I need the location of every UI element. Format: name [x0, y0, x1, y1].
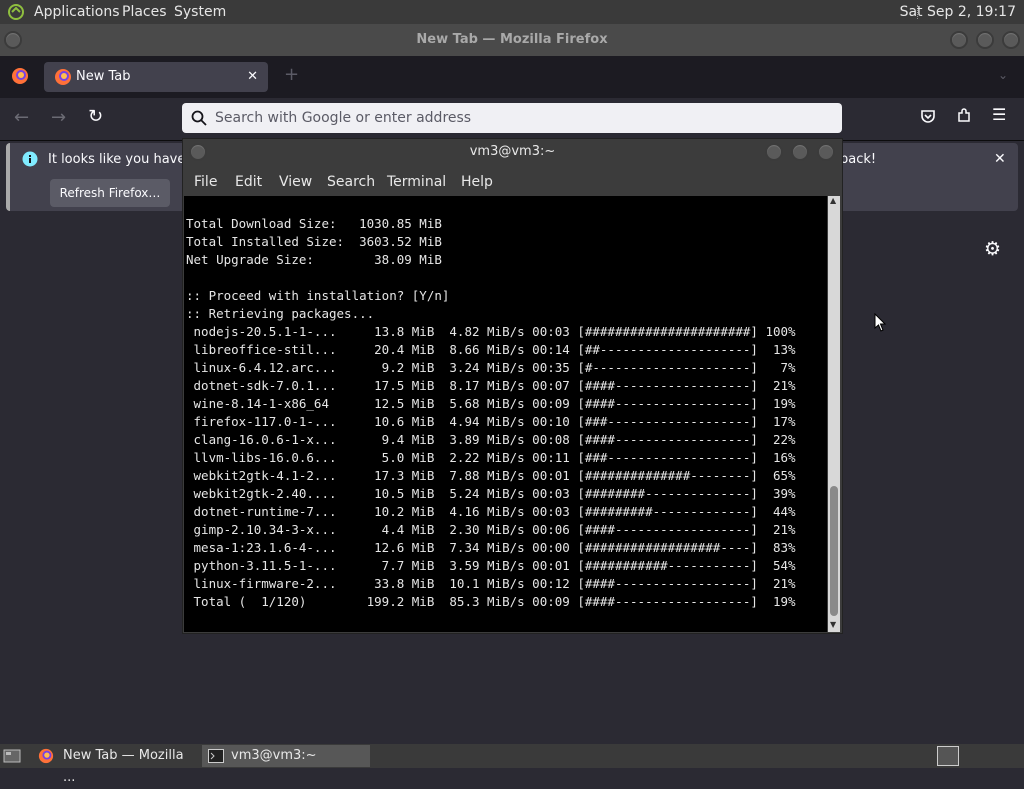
list-all-tabs-icon[interactable]: ⌄ — [998, 68, 1008, 82]
distro-logo-icon[interactable] — [6, 3, 26, 25]
notification-message: It looks like you haven't — [48, 152, 203, 167]
notification-close-icon[interactable]: ✕ — [994, 151, 1006, 167]
extensions-icon[interactable] — [956, 108, 972, 128]
menu-terminal[interactable]: Terminal — [387, 169, 446, 195]
window-title: New Tab — Mozilla Firefox — [416, 32, 608, 47]
menu-search[interactable]: Search — [327, 169, 375, 195]
top-panel: Applications Places System Sat Sep 2, 19… — [0, 0, 1024, 24]
taskbar-item-terminal[interactable]: vm3@vm3:~ — [202, 745, 370, 767]
terminal-close-button[interactable] — [817, 143, 835, 161]
terminal-output[interactable]: Total Download Size: 1030.85 MiB Total I… — [184, 196, 827, 632]
terminal-minimize-button[interactable] — [765, 143, 783, 161]
places-menu[interactable]: Places — [122, 0, 167, 24]
forward-arrow-icon[interactable]: → — [51, 107, 66, 128]
close-button[interactable] — [1002, 31, 1020, 49]
hamburger-menu-icon[interactable]: ☰ — [992, 105, 1006, 124]
terminal-title: vm3@vm3:~ — [469, 144, 556, 159]
menu-help[interactable]: Help — [461, 169, 493, 195]
gear-icon[interactable]: ⚙ — [984, 238, 1001, 260]
tab-new-tab[interactable]: New Tab ✕ — [44, 62, 268, 92]
notification-message-end: back! — [840, 152, 877, 167]
menu-view[interactable]: View — [279, 169, 312, 195]
mouse-cursor-icon — [874, 312, 887, 336]
workspace-switcher[interactable] — [937, 746, 959, 766]
tab-label: New Tab — [76, 69, 131, 84]
new-tab-plus-icon[interactable]: + — [284, 64, 299, 85]
address-bar[interactable]: Search with Google or enter address — [182, 103, 842, 133]
terminal-text: Total Download Size: 1030.85 MiB Total I… — [186, 216, 796, 609]
terminal-maximize-button[interactable] — [791, 143, 809, 161]
terminal-menubar: File Edit View Search Terminal Help — [183, 169, 842, 195]
terminal-window[interactable]: vm3@vm3:~ File Edit View Search Terminal… — [182, 138, 843, 634]
firefox-icon — [38, 748, 54, 772]
pocket-icon[interactable] — [920, 108, 936, 128]
maximize-button[interactable] — [976, 31, 994, 49]
terminal-scrollbar[interactable]: ▲ ▼ — [828, 196, 840, 632]
address-placeholder: Search with Google or enter address — [215, 110, 472, 126]
back-arrow-icon[interactable]: ← — [14, 107, 29, 128]
scroll-down-arrow-icon[interactable]: ▼ — [830, 620, 836, 629]
scroll-up-arrow-icon[interactable]: ▲ — [830, 196, 836, 205]
taskbar-item-firefox[interactable]: New Tab — Mozilla ... — [34, 745, 198, 785]
tab-close-icon[interactable]: ✕ — [247, 62, 258, 92]
system-menu[interactable]: System — [174, 0, 226, 24]
show-desktop-icon[interactable] — [3, 748, 21, 768]
menu-file[interactable]: File — [194, 169, 217, 195]
taskbar-item-label: vm3@vm3:~ — [231, 748, 317, 763]
minimize-button[interactable] — [950, 31, 968, 49]
firefox-titlebar[interactable]: New Tab — Mozilla Firefox — [0, 24, 1024, 56]
menu-edit[interactable]: Edit — [235, 169, 262, 195]
firefox-icon — [54, 68, 72, 90]
taskbar-item-label: New Tab — Mozilla ... — [63, 748, 184, 785]
refresh-firefox-button[interactable]: Refresh Firefox… — [50, 179, 170, 207]
search-icon — [191, 110, 207, 130]
reload-icon[interactable]: ↻ — [88, 106, 103, 127]
clock[interactable]: Sat Sep 2, 19:17 — [900, 0, 1016, 24]
applications-menu[interactable]: Applications — [34, 0, 120, 24]
bottom-taskbar: New Tab — Mozilla ... vm3@vm3:~ — [0, 744, 1024, 785]
firefox-view-icon[interactable] — [11, 67, 29, 89]
scrollbar-thumb[interactable] — [830, 486, 838, 616]
info-icon — [22, 151, 38, 171]
